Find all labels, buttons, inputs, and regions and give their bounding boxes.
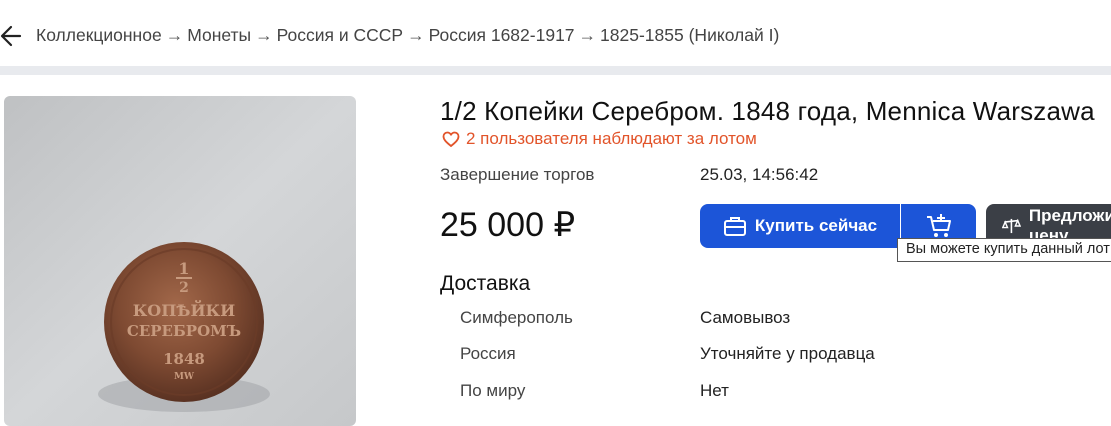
breadcrumb: Коллекционное → Монеты → Россия и СССР → Росси… bbox=[36, 25, 779, 46]
coin-text: MW bbox=[174, 372, 195, 382]
coin-text: 1 bbox=[178, 259, 189, 278]
scales-icon bbox=[1002, 218, 1021, 234]
delivery-option: Уточняйте у продавца bbox=[700, 344, 875, 363]
coin-text: СЕРЕБРОМЪ bbox=[127, 322, 241, 340]
breadcrumb-item-collectible[interactable]: Коллекционное bbox=[36, 25, 162, 45]
coin-text: КОПѢЙКИ bbox=[133, 299, 235, 320]
divider-strip bbox=[0, 66, 1111, 75]
breadcrumb-item-nicholas-i[interactable]: 1825-1855 (Николай I) bbox=[600, 25, 779, 45]
coin-image: 1 2 КОПѢЙКИ СЕРЕБРОМЪ 1848 MW bbox=[4, 96, 356, 426]
watchers-link[interactable]: 2 пользователя наблюдают за лотом bbox=[442, 129, 757, 149]
lot-title: 1/2 Копейки Серебром. 1848 года, Mennica… bbox=[440, 96, 1095, 126]
buy-now-button[interactable]: Купить сейчас bbox=[700, 204, 900, 248]
breadcrumb-separator: → bbox=[165, 25, 184, 45]
breadcrumb-item-russia-ussr[interactable]: Россия и СССР bbox=[277, 25, 403, 45]
delivery-option: Самовывоз bbox=[700, 308, 791, 327]
delivery-heading: Доставка bbox=[440, 272, 531, 295]
arrow-left-icon[interactable] bbox=[0, 24, 22, 48]
lot-price: 25 000 ₽ bbox=[440, 206, 576, 244]
delivery-place: Россия bbox=[460, 344, 516, 363]
delivery-option: Нет bbox=[700, 381, 729, 400]
breadcrumb-item-coins[interactable]: Монеты bbox=[187, 25, 251, 45]
cart-add-icon bbox=[926, 214, 951, 237]
auction-end-label: Завершение торгов bbox=[440, 165, 595, 184]
heart-icon bbox=[442, 131, 460, 147]
briefcase-icon bbox=[723, 217, 746, 236]
buy-now-label: Купить сейчас bbox=[754, 216, 878, 235]
lot-photo[interactable]: 1 2 КОПѢЙКИ СЕРЕБРОМЪ 1848 MW bbox=[4, 96, 356, 426]
top-bar: Коллекционное → Монеты → Россия и СССР → Росси… bbox=[0, 0, 1111, 66]
delivery-place: Симферополь bbox=[460, 308, 573, 327]
delivery-place: По миру bbox=[460, 381, 526, 400]
watchers-text: 2 пользователя наблюдают за лотом bbox=[466, 129, 757, 148]
coin-text: 2 bbox=[179, 280, 189, 296]
breadcrumb-item-russia-1682-1917[interactable]: Россия 1682-1917 bbox=[429, 25, 575, 45]
buy-now-tooltip: Вы можете купить данный лот сразу bbox=[897, 238, 1111, 262]
breadcrumb-separator: → bbox=[255, 25, 273, 45]
breadcrumb-separator: → bbox=[578, 25, 597, 45]
coin-text: 1848 bbox=[163, 350, 205, 368]
breadcrumb-separator: → bbox=[407, 25, 425, 45]
auction-end-value: 25.03, 14:56:42 bbox=[700, 165, 819, 184]
